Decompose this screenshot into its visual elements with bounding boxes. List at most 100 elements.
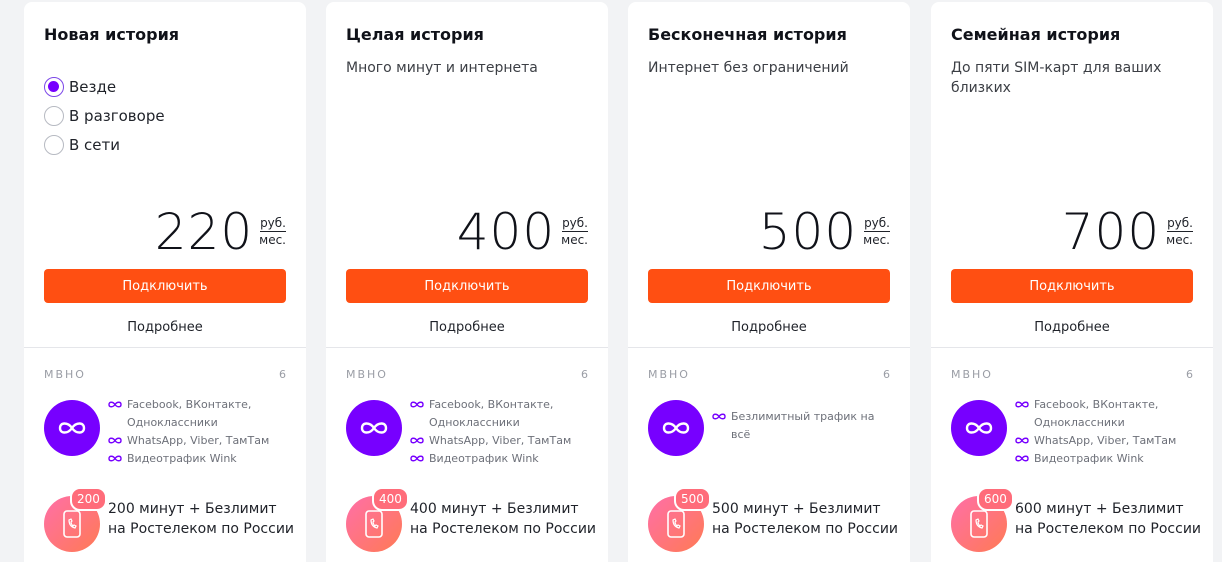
details-link[interactable]: Подробнее: [24, 320, 306, 335]
tariff-subtitle: Много минут и интернета: [346, 60, 538, 76]
price-currency: руб.: [260, 216, 286, 232]
infinity-small-icon: [1015, 437, 1029, 444]
infinity-small-icon: [108, 401, 122, 408]
minutes-badge: 200: [70, 487, 107, 511]
minutes-text: 200 минут + Безлимит на Ростелеком по Ро…: [108, 501, 295, 537]
tariff-title: Новая история: [44, 25, 180, 44]
tariff-title: Семейная история: [951, 25, 1121, 44]
details-link[interactable]: Подробнее: [326, 320, 608, 335]
tariff-price: 220 руб. мес.: [155, 202, 286, 262]
connect-button[interactable]: Подключить: [346, 269, 588, 303]
infinity-icon: [951, 400, 1007, 456]
price-amount: 220: [154, 203, 254, 261]
price-currency: руб.: [864, 216, 890, 232]
tariff-card-new-story: Новая история Везде В разговоре В сети 2…: [24, 2, 306, 562]
tariff-price: 400 руб. мес.: [457, 202, 588, 262]
tariff-price: 500 руб. мес.: [759, 202, 890, 262]
usage-radio-group: Везде В разговоре В сети: [44, 72, 165, 159]
feature-text: Безлимитный трафик на всё: [731, 410, 875, 441]
divider: [326, 347, 608, 348]
radio-everywhere[interactable]: Везде: [44, 72, 165, 101]
feature-item: Facebook, ВКонтакте, Одноклассники: [108, 396, 298, 432]
divider: [24, 347, 306, 348]
minutes-text: 600 минут + Безлимит на Ростелеком по Ро…: [1015, 501, 1202, 537]
price-unit: руб. мес.: [561, 216, 588, 248]
price-currency: руб.: [1167, 216, 1193, 232]
price-period: мес.: [561, 233, 588, 247]
infinity-icon: [346, 400, 402, 456]
radio-label: В разговоре: [69, 106, 165, 125]
price-period: мес.: [1166, 233, 1193, 247]
tariff-card-endless-story: Бесконечная история Интернет без огранич…: [628, 2, 910, 562]
tariff-card-family-story: Семейная история До пяти SIM-карт для ва…: [931, 2, 1213, 562]
price-unit: руб. мес.: [863, 216, 890, 248]
section-count: 6: [883, 368, 890, 381]
feature-text: Facebook, ВКонтакте, Одноклассники: [127, 398, 252, 429]
section-label: МВНО: [951, 368, 993, 381]
feature-text: WhatsApp, Viber, ТамТам: [127, 434, 270, 447]
feature-item: Видеотрафик Wink: [108, 450, 298, 468]
infinity-small-icon: [1015, 401, 1029, 408]
feature-item: WhatsApp, Viber, ТамТам: [1015, 432, 1205, 450]
connect-button[interactable]: Подключить: [648, 269, 890, 303]
radio-unchecked-icon: [44, 134, 64, 155]
minutes-badge: 400: [372, 487, 409, 511]
radio-label: В сети: [69, 135, 121, 154]
feature-item: WhatsApp, Viber, ТамТам: [108, 432, 298, 450]
feature-item: Facebook, ВКонтакте, Одноклассники: [1015, 396, 1205, 432]
feature-item: WhatsApp, Viber, ТамТам: [410, 432, 600, 450]
infinity-small-icon: [410, 437, 424, 444]
tariff-card-whole-story: Целая история Много минут и интернета 40…: [326, 2, 608, 562]
connect-button[interactable]: Подключить: [44, 269, 286, 303]
infinity-small-icon: [410, 401, 424, 408]
details-link[interactable]: Подробнее: [931, 320, 1213, 335]
infinity-small-icon: [712, 413, 726, 420]
details-link[interactable]: Подробнее: [628, 320, 910, 335]
minutes-text: 400 минут + Безлимит на Ростелеком по Ро…: [410, 501, 597, 537]
feature-list: Facebook, ВКонтакте, Одноклассники Whats…: [410, 396, 600, 468]
feature-text: Facebook, ВКонтакте, Одноклассники: [429, 398, 554, 429]
feature-list: Безлимитный трафик на всё: [712, 408, 882, 444]
radio-unchecked-icon: [44, 105, 64, 126]
section-label: МВНО: [648, 368, 690, 381]
section-count: 6: [1186, 368, 1193, 381]
infinity-small-icon: [108, 455, 122, 462]
feature-item: Видеотрафик Wink: [410, 450, 600, 468]
connect-button[interactable]: Подключить: [951, 269, 1193, 303]
feature-text: Видеотрафик Wink: [127, 452, 237, 465]
section-count: 6: [581, 368, 588, 381]
divider: [628, 347, 910, 348]
price-period: мес.: [259, 233, 286, 247]
section-count: 6: [279, 368, 286, 381]
feature-text: Видеотрафик Wink: [429, 452, 539, 465]
feature-text: WhatsApp, Viber, ТамТам: [1034, 434, 1177, 447]
minutes-badge: 500: [674, 487, 711, 511]
radio-in-call[interactable]: В разговоре: [44, 101, 165, 130]
price-amount: 400: [456, 203, 556, 261]
feature-item: Facebook, ВКонтакте, Одноклассники: [410, 396, 600, 432]
price-amount: 500: [758, 203, 858, 261]
price-amount: 700: [1061, 203, 1161, 261]
radio-online[interactable]: В сети: [44, 130, 165, 159]
tariff-subtitle: До пяти SIM-карт для ваших близких: [951, 60, 1162, 96]
tariff-title: Бесконечная история: [648, 25, 847, 44]
radio-checked-icon: [44, 76, 64, 97]
infinity-icon: [648, 400, 704, 456]
feature-list: Facebook, ВКонтакте, Одноклассники Whats…: [108, 396, 298, 468]
infinity-icon: [44, 400, 100, 456]
infinity-small-icon: [410, 455, 424, 462]
feature-text: WhatsApp, Viber, ТамТам: [429, 434, 572, 447]
infinity-small-icon: [108, 437, 122, 444]
divider: [931, 347, 1213, 348]
radio-label: Везде: [69, 77, 117, 96]
tariff-price: 700 руб. мес.: [1062, 202, 1193, 262]
feature-text: Видеотрафик Wink: [1034, 452, 1144, 465]
section-label: МВНО: [44, 368, 86, 381]
tariff-title: Целая история: [346, 25, 484, 44]
minutes-badge: 600: [977, 487, 1014, 511]
price-unit: руб. мес.: [1166, 216, 1193, 248]
price-currency: руб.: [562, 216, 588, 232]
tariff-subtitle: Интернет без ограничений: [648, 60, 849, 76]
feature-item: Безлимитный трафик на всё: [712, 408, 882, 444]
price-period: мес.: [863, 233, 890, 247]
